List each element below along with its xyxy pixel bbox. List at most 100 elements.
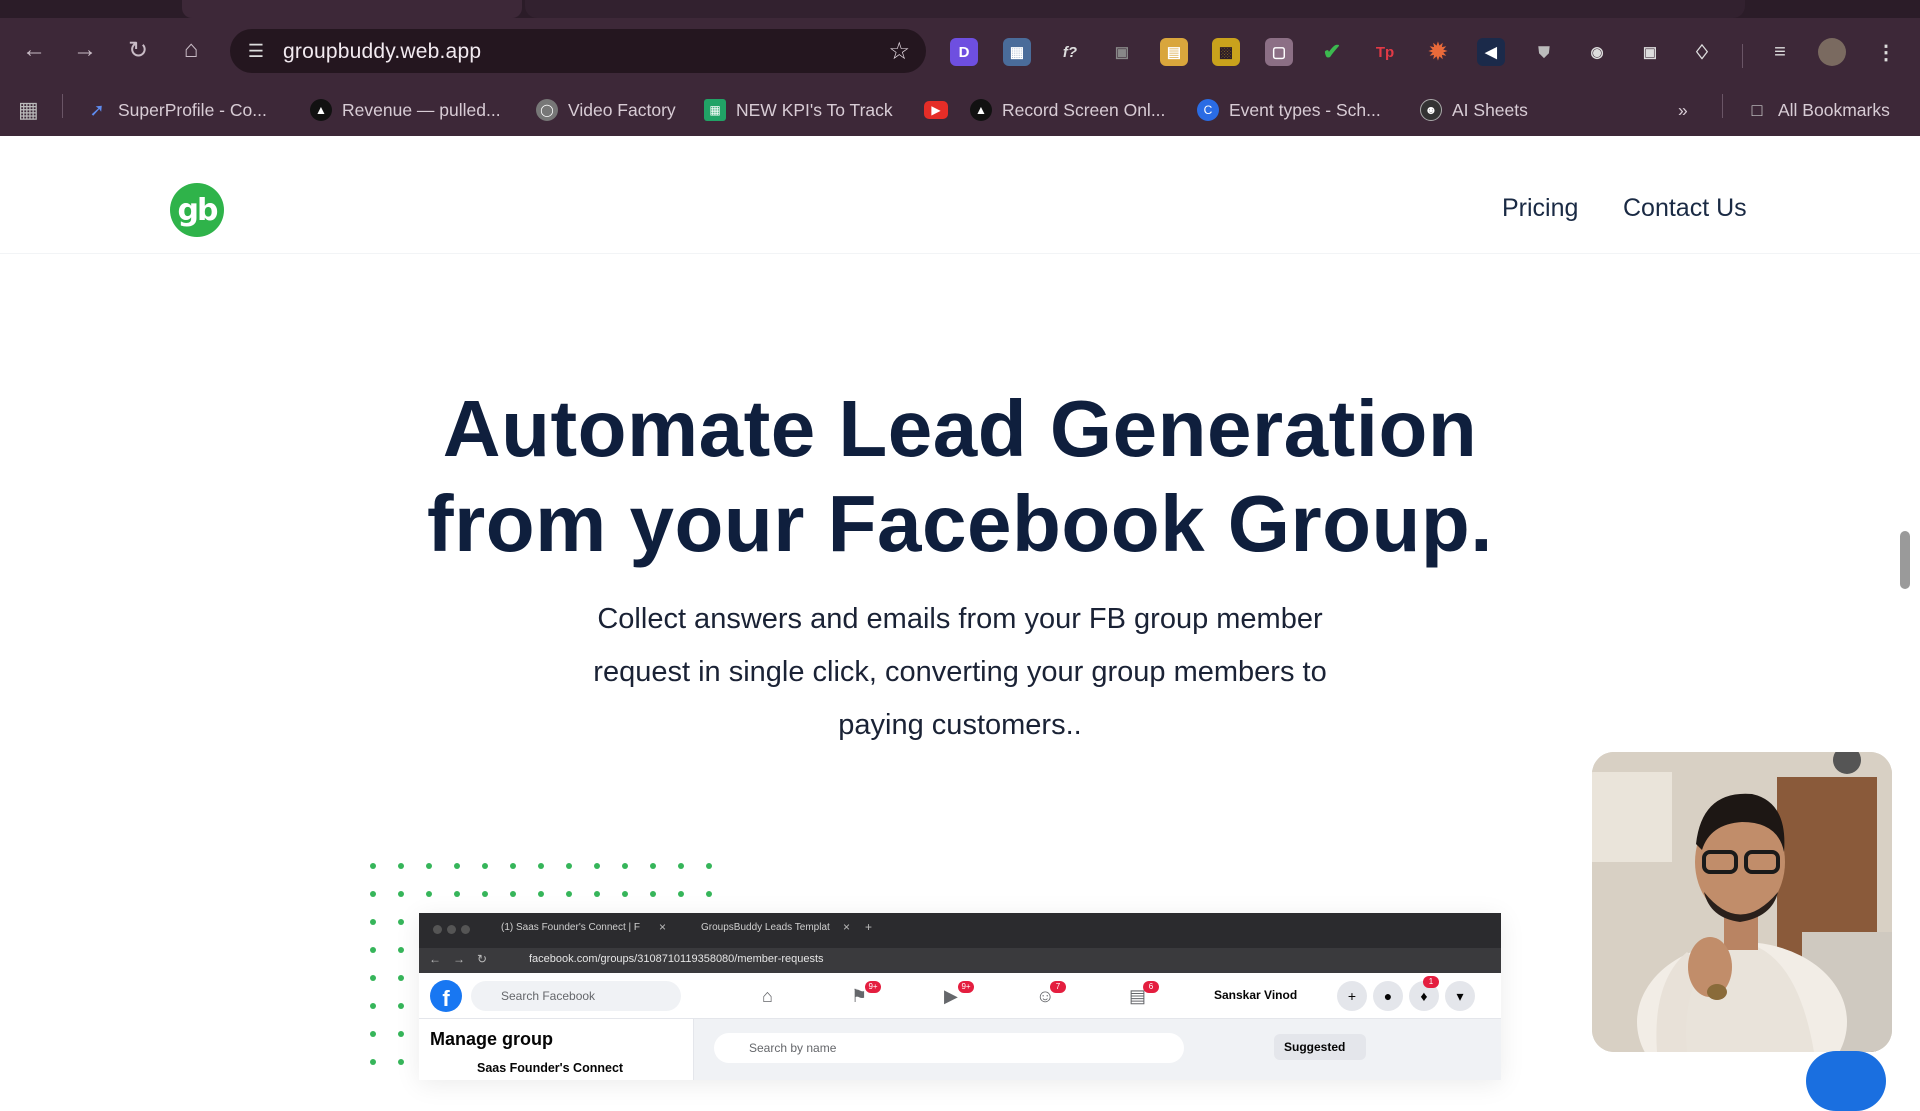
tab-strip [0,0,1920,18]
bookmark-item[interactable]: ◯ Video Factory [536,96,676,124]
back-arrow-icon[interactable]: ← [14,30,54,70]
window-light [447,925,456,934]
home-icon[interactable]: ⌂ [171,30,211,70]
bookmark-label: Record Screen Onl... [1002,99,1166,120]
decorative-dot [482,863,488,869]
decorative-dot [370,975,376,981]
extension-formula-icon[interactable]: f? [1056,38,1084,66]
notification-badge: 1 [1423,976,1439,988]
apps-grid-icon[interactable]: ▦ [18,96,39,124]
site-settings-icon[interactable]: ☰ [244,39,268,63]
notification-badge: 9+ [958,981,974,993]
all-bookmarks-button[interactable]: □ All Bookmarks [1746,96,1890,124]
bookmark-item[interactable]: ➚ SuperProfile - Co... [86,96,267,124]
bookmark-label: NEW KPI's To Track [736,99,893,120]
screenshot-tab-1: (1) Saas Founder's Connect | F [501,922,641,933]
extension-image-icon[interactable]: ▦ [1003,38,1031,66]
chat-widget-button[interactable] [1806,1051,1886,1111]
sheets-icon: ▦ [704,99,726,121]
forward-arrow-icon: → [453,952,465,966]
groupbuddy-logo[interactable]: gb [170,183,224,237]
screenshot-url: facebook.com/groups/310871011935808​0/me… [529,953,824,965]
extension-chart-icon[interactable]: ▩ [1212,38,1240,66]
bookmark-star-icon[interactable]: ☆ [888,37,910,66]
browser-chrome: ← → ↻ ⌂ ☰ groupbuddy.web.app ☆ D ▦ f? ▣ … [0,0,1920,136]
extension-tp-icon[interactable]: Tp [1371,38,1399,66]
extension-search-eye-icon[interactable]: ◉ [1583,38,1611,66]
extension-sparkle-icon[interactable]: ✹ [1424,38,1452,66]
window-light [461,925,470,934]
decorative-dot [426,863,432,869]
extension-notes-icon[interactable]: ▤ [1160,38,1188,66]
bookmark-item[interactable]: C Event types - Sch... [1197,96,1381,124]
ai-sheets-icon: ☻ [1420,99,1442,121]
calendly-icon: C [1197,99,1219,121]
bookmark-item[interactable]: ☻ AI Sheets [1420,96,1528,124]
url-text[interactable]: groupbuddy.web.app [283,40,481,64]
messenger-icon: ● [1373,981,1403,1011]
bookmark-item[interactable]: ▲ Revenue — pulled... [310,96,501,124]
screenshot-tab-2: GroupsBuddy Leads Templat [701,922,830,933]
decorative-dot [538,863,544,869]
bookmark-item[interactable]: ▲ Record Screen Onl... [970,96,1165,124]
triangle-icon: ▲ [310,99,332,121]
profile-avatar[interactable] [1818,38,1846,66]
decorative-dot [566,863,572,869]
extension-robot-icon[interactable]: ▣ [1636,38,1664,66]
bookmark-label: SuperProfile - Co... [118,99,267,120]
sort-dropdown: Suggested [1274,1034,1366,1060]
decorative-dot [510,891,516,897]
decorative-dot [370,891,376,897]
extension-shield-icon[interactable]: ⛊ [1530,38,1558,66]
decorative-dot [594,891,600,897]
decorative-dot [454,863,460,869]
hero-title: Automate Lead Generation from your Faceb… [0,381,1920,571]
extension-camera-icon[interactable]: ▣ [1108,38,1136,66]
extension-telegram-icon[interactable]: ◀ [1477,38,1505,66]
reading-list-icon[interactable]: ≡ [1766,38,1794,66]
nav-contact-link[interactable]: Contact Us [1623,194,1747,223]
presenter-image [1592,752,1892,1052]
plus-icon: + [865,920,873,934]
browser-toolbar: ← → ↻ ⌂ ☰ groupbuddy.web.app ☆ D ▦ f? ▣ … [0,18,1920,84]
extension-eye-icon[interactable]: ✔ [1318,38,1346,66]
decorative-dot [594,863,600,869]
decorative-dot [622,863,628,869]
extension-d-icon[interactable]: D [950,38,978,66]
page-scrollbar[interactable] [1900,531,1910,589]
decorative-dot [678,891,684,897]
screenshot-tab-bar: (1) Saas Founder's Connect | F × GroupsB… [419,913,1501,948]
product-screenshot: (1) Saas Founder's Connect | F × GroupsB… [419,913,1501,1080]
decorative-dot [398,1003,404,1009]
extension-printer-icon[interactable]: ▢ [1265,38,1293,66]
home-icon: ⌂ [762,986,773,1006]
decorative-dot [398,919,404,925]
reload-icon[interactable]: ↻ [118,30,158,70]
facebook-navbar: f Search Facebook ⌂ ⚑ 9+ ▶ 9+ ☺ 7 ▤ 6 Sa… [419,973,1501,1019]
triangle-icon: ▲ [970,99,992,121]
back-arrow-icon: ← [429,952,441,966]
decorative-dot [398,975,404,981]
bookmarks-overflow-chevron-icon[interactable]: » [1678,96,1688,124]
bookmark-label: Revenue — pulled... [342,99,501,120]
plus-icon: + [1337,981,1367,1011]
decorative-dot [510,863,516,869]
extensions-puzzle-icon[interactable]: ♢ [1688,38,1716,66]
decorative-dot [482,891,488,897]
member-requests-panel: Search by name Suggested [694,1019,1501,1080]
address-bar[interactable]: ☰ groupbuddy.web.app ☆ [230,29,926,73]
decorative-dot [426,891,432,897]
superprofile-icon: ➚ [89,99,105,120]
bookmark-item[interactable]: ▶ [924,96,958,124]
decorative-dot [650,891,656,897]
decorative-dot [622,891,628,897]
bookmark-item[interactable]: ▦ NEW KPI's To Track [704,96,893,124]
youtube-icon: ▶ [924,101,948,119]
chevron-down-icon: ▾ [1445,981,1475,1011]
tab-active[interactable] [182,0,522,18]
nav-pricing-link[interactable]: Pricing [1502,194,1578,223]
bookmark-label: AI Sheets [1452,99,1528,120]
forward-arrow-icon[interactable]: → [65,30,105,70]
browser-menu-icon[interactable]: ⋮ [1872,38,1900,66]
presenter-webcam-video [1592,752,1892,1052]
